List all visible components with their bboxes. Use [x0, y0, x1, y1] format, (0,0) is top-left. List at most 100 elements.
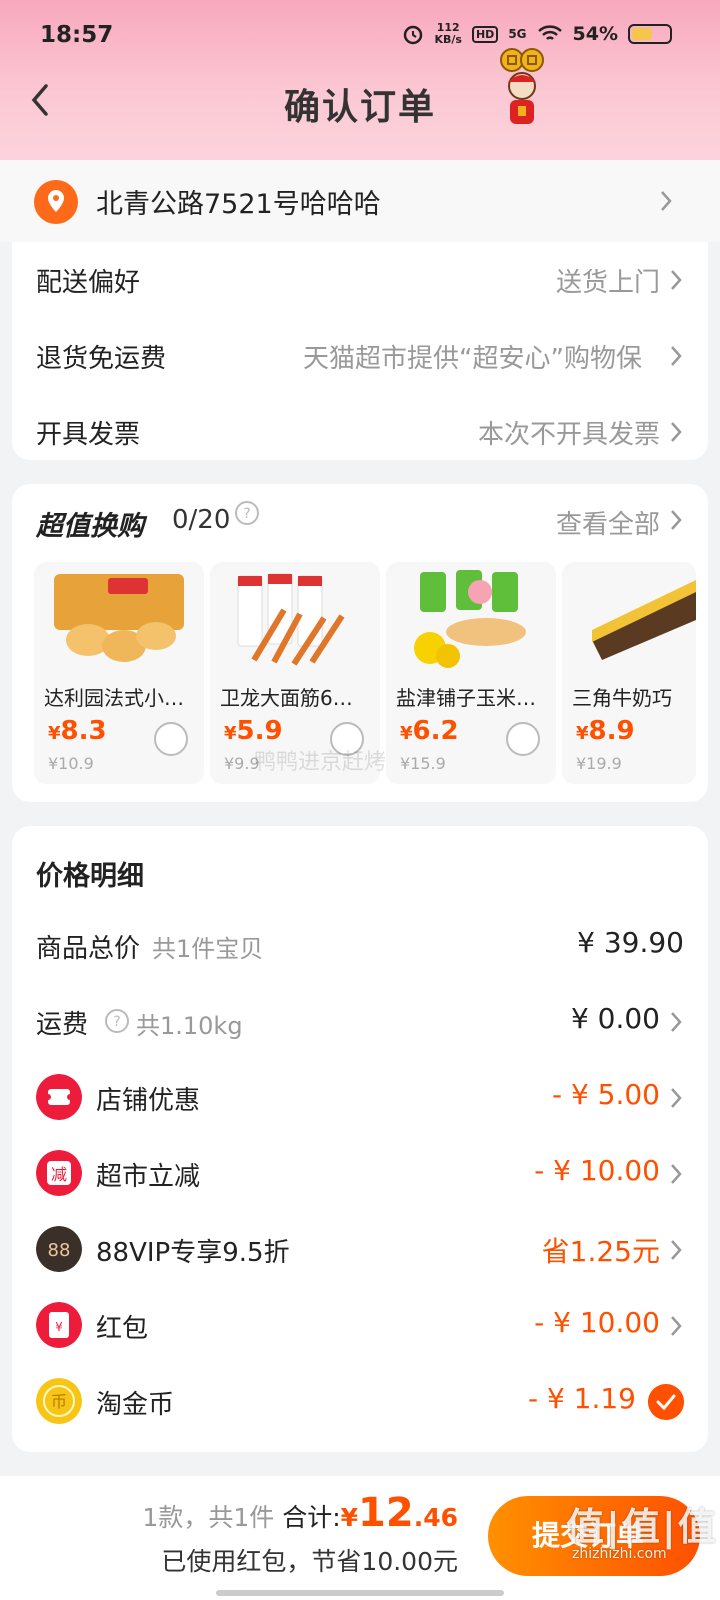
row-value: 天猫超市提供“超安心”购物保	[303, 344, 642, 374]
title-bar: 确认订单	[0, 48, 720, 130]
checked-icon[interactable]	[648, 1384, 684, 1420]
corn-sausage-product-image	[414, 570, 526, 668]
deal-item[interactable]: 达利园法式小… ¥8.3 ¥10.9	[34, 562, 204, 784]
vip88-discount-row[interactable]: 88 88VIP专享9.5折 省1.25元	[12, 1212, 708, 1288]
deal-price: ¥6.2	[400, 716, 459, 746]
goods-total-value: ¥ 39.90	[577, 926, 684, 959]
deals-title: 超值换购	[36, 511, 144, 542]
svg-text:¥: ¥	[55, 1320, 63, 1334]
chevron-right-icon	[671, 1164, 682, 1184]
row-value: 本次不开具发票	[477, 420, 660, 450]
chevron-right-icon	[671, 1240, 682, 1260]
home-indicator[interactable]	[216, 1590, 504, 1596]
hd-icon: HD	[471, 25, 499, 43]
svg-text:币: 币	[51, 1392, 67, 1411]
goods-total-row: 商品总价 共1件宝贝 ¥ 39.90	[12, 908, 708, 984]
freight-value: ¥ 0.00	[570, 1002, 660, 1035]
red-packet-icon: ¥	[36, 1302, 82, 1348]
help-icon[interactable]: ?	[234, 500, 260, 526]
site-url-watermark: zhizhizhi.com	[572, 1546, 667, 1562]
battery-text: 54%	[572, 23, 618, 45]
freight-row[interactable]: 运费 ? 共1.10kg ¥ 0.00	[12, 984, 708, 1060]
header: 18:57 112 KB/s HD 5G 54% 确认订单	[0, 0, 720, 160]
return-freight-row[interactable]: 退货免运费 天猫超市提供“超安心”购物保	[12, 318, 708, 394]
invoice-row[interactable]: 开具发票 本次不开具发票	[12, 394, 708, 470]
svg-text:?: ?	[113, 1014, 120, 1030]
bread-product-image	[54, 574, 184, 662]
deal-price: ¥5.9	[224, 716, 283, 746]
view-all-link[interactable]: 查看全部	[556, 504, 660, 541]
store-discount-row[interactable]: 店铺优惠 - ¥ 5.00	[12, 1060, 708, 1136]
discount-value: 省1.25元	[541, 1235, 660, 1268]
deal-name: 盐津铺子玉米…	[396, 686, 536, 710]
row-value: 送货上门	[555, 268, 660, 298]
goods-total-label: 商品总价 共1件宝贝	[36, 934, 264, 964]
svg-text:?: ?	[243, 506, 250, 522]
discount-label: 红包	[96, 1314, 149, 1344]
coupon-icon	[36, 1074, 82, 1120]
chevron-right-icon	[671, 1316, 682, 1336]
deal-name: 三角牛奶巧	[572, 686, 672, 710]
status-icons: 112 KB/s HD 5G 54%	[402, 22, 672, 46]
total-amount: ¥12.46	[340, 1490, 458, 1536]
alarm-icon	[404, 25, 423, 45]
chevron-right-icon	[671, 1088, 682, 1108]
price-detail-card: 价格明细 商品总价 共1件宝贝 ¥ 39.90 运费 ? 共1.10kg ¥ 0.…	[12, 826, 708, 1452]
order-summary: 1款，共1件 合计:¥12.46	[142, 1490, 458, 1536]
deal-original-price: ¥10.9	[48, 754, 94, 773]
chevron-right-icon	[671, 1012, 682, 1032]
discount-value: - ¥ 10.00	[534, 1154, 660, 1187]
reduce-icon: 减	[36, 1150, 82, 1196]
discount-value: - ¥ 5.00	[551, 1078, 660, 1111]
discount-value: - ¥ 1.19	[527, 1382, 636, 1415]
deal-name: 卫龙大面筋6…	[220, 686, 353, 710]
help-icon[interactable]: ?	[104, 1008, 130, 1034]
gold-coin-icon: 币	[36, 1378, 82, 1424]
chevron-right-icon	[671, 422, 682, 442]
select-radio[interactable]	[154, 722, 188, 756]
row-label: 配送偏好	[36, 268, 141, 298]
price-detail-title: 价格明细	[36, 861, 144, 892]
freight-weight: 共1.10kg	[136, 1012, 243, 1040]
location-pin-icon	[34, 180, 78, 224]
gluten-snack-product-image	[237, 573, 345, 666]
chevron-right-icon	[661, 191, 672, 211]
deal-name: 达利园法式小…	[44, 686, 184, 710]
svg-text:88: 88	[48, 1240, 71, 1261]
saved-text: 已使用红包，节省10.00元	[161, 1547, 458, 1576]
row-label: 退货免运费	[36, 344, 167, 374]
discount-label: 88VIP专享9.5折	[96, 1238, 290, 1268]
deals-count: 0/20	[172, 505, 231, 535]
signal-icon: 5G	[508, 27, 527, 41]
battery-icon	[628, 24, 672, 44]
net-speed: 112 KB/s	[434, 21, 462, 46]
chevron-right-icon	[671, 510, 682, 530]
chevron-right-icon	[671, 346, 682, 366]
chevron-right-icon	[671, 270, 682, 290]
supermarket-reduction-row[interactable]: 减 超市立减 - ¥ 10.00	[12, 1136, 708, 1212]
svg-text:减: 减	[51, 1165, 67, 1184]
user-watermark: 鸭鸭进京赶烤	[254, 750, 387, 775]
address-text: 北青公路7521号哈哈哈	[96, 189, 381, 220]
preferences-card: 配送偏好 送货上门 退货免运费 天猫超市提供“超安心”购物保 开具发票 本次不开…	[12, 242, 708, 460]
status-bar: 18:57 112 KB/s HD 5G 54%	[0, 18, 720, 58]
mascot-icon	[500, 48, 544, 124]
site-watermark: 值|值|值	[566, 1505, 718, 1549]
delivery-preference-row[interactable]: 配送偏好 送货上门	[12, 242, 708, 318]
wifi-icon	[537, 25, 562, 40]
gold-coin-row[interactable]: 币 淘金币 - ¥ 1.19	[12, 1364, 708, 1440]
status-time: 18:57	[40, 22, 114, 48]
deal-original-price: ¥15.9	[400, 754, 446, 773]
freight-label: 运费	[36, 1010, 89, 1040]
discount-value: - ¥ 10.00	[534, 1306, 660, 1339]
deal-price: ¥8.9	[576, 716, 635, 746]
discount-label: 超市立减	[96, 1162, 201, 1192]
deal-item[interactable]: 盐津铺子玉米… ¥6.2 ¥15.9	[386, 562, 556, 784]
select-radio[interactable]	[506, 722, 540, 756]
row-label: 开具发票	[36, 420, 141, 450]
address-bar[interactable]: 北青公路7521号哈哈哈	[0, 160, 720, 242]
page-title: 确认订单	[283, 87, 436, 128]
red-packet-row[interactable]: ¥ 红包 - ¥ 10.00	[12, 1288, 708, 1364]
deal-item[interactable]: 三角牛奶巧 ¥8.9 ¥19.9	[562, 562, 696, 784]
vip88-icon: 88	[36, 1226, 82, 1272]
